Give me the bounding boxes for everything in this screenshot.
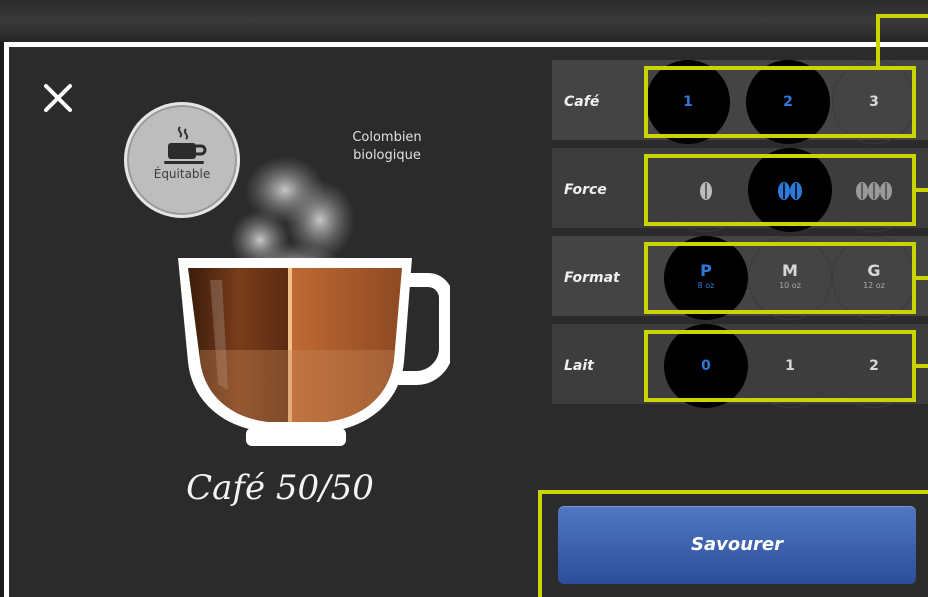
option-row-cafe: Café 1 2 3 xyxy=(552,60,928,144)
close-icon xyxy=(44,84,72,112)
format-highlight-box xyxy=(644,242,916,314)
coffee-cup-illustration xyxy=(178,156,450,446)
callout-line-format xyxy=(916,276,928,280)
option-row-force: Force xyxy=(552,148,928,232)
close-button[interactable] xyxy=(40,80,76,116)
background-strip xyxy=(0,0,928,42)
options-panel: Café 1 2 3 Force Format P 8 oz M 10 oz G… xyxy=(552,60,928,412)
lait-highlight-box xyxy=(644,330,916,402)
callout-line-top-vertical xyxy=(876,14,880,66)
drink-name: Café 50/50 xyxy=(186,468,374,508)
callout-line-lait xyxy=(916,364,928,368)
option-label-force: Force xyxy=(564,182,607,198)
option-row-format: Format P 8 oz M 10 oz G 12 oz xyxy=(552,236,928,320)
option-row-lait: Lait 0 1 2 xyxy=(552,324,928,408)
callout-line-top xyxy=(876,14,928,18)
option-label-lait: Lait xyxy=(564,358,594,374)
option-label-format: Format xyxy=(564,270,620,286)
cafe-highlight-box xyxy=(644,66,916,138)
savourer-button[interactable]: Savourer xyxy=(558,506,916,584)
callout-line-force xyxy=(916,188,928,192)
force-highlight-box xyxy=(644,154,916,226)
option-label-cafe: Café xyxy=(564,94,600,110)
